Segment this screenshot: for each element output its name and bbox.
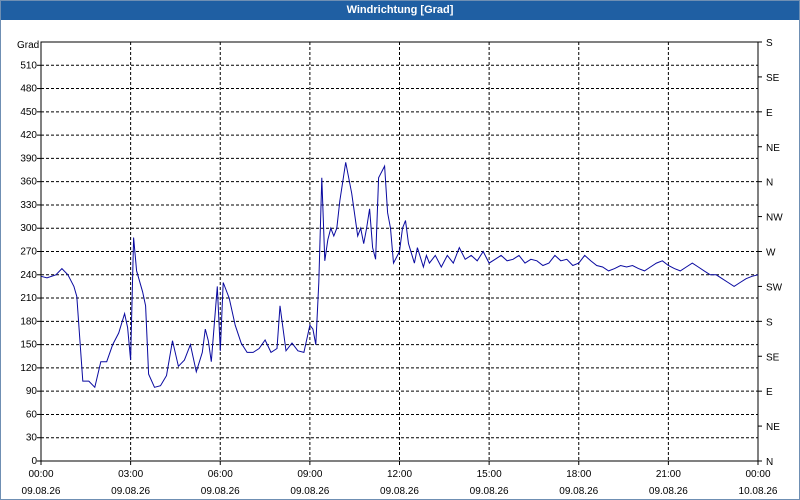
y-tick-label: 210 (20, 293, 37, 304)
y-tick-label: 270 (20, 247, 37, 258)
x-tick-time: 21:00 (656, 469, 681, 480)
y-tick-label: 150 (20, 340, 37, 351)
x-axis: 00:00 09.08.26 03:00 09.08.26 06:00 09.08.26 0… (22, 461, 778, 497)
x-tick-date: 10.08.26 (739, 486, 778, 497)
y-tick-label: 0 (31, 456, 37, 467)
x-tick-date: 09.08.26 (22, 486, 61, 497)
x-tick-date: 09.08.26 (559, 486, 598, 497)
window-title: Windrichtung [Grad] (1, 1, 799, 20)
x-tick-time: 18:00 (566, 469, 591, 480)
x-tick-time: 03:00 (118, 469, 143, 480)
chart-window: Windrichtung [Grad] 0 30 60 90 120 150 180 210 2… (0, 0, 800, 500)
y-tick-label: 300 (20, 223, 37, 234)
x-tick-time: 00:00 (745, 469, 770, 480)
right-tick-label: SE (766, 352, 780, 363)
left-axis: 0 30 60 90 120 150 180 210 240 270 300 330 360 390 420… (20, 60, 41, 467)
y-tick-label: 120 (20, 363, 37, 374)
x-tick-time: 15:00 (477, 469, 502, 480)
y-tick-label: 360 (20, 177, 37, 188)
right-tick-label: SE (766, 73, 780, 84)
x-tick-date: 09.08.26 (649, 486, 688, 497)
y-tick-label: 240 (20, 270, 37, 281)
x-tick-date: 09.08.26 (201, 486, 240, 497)
x-tick-date: 09.08.26 (380, 486, 419, 497)
x-tick-time: 00:00 (28, 469, 53, 480)
x-tick-date: 09.08.26 (290, 486, 329, 497)
y-tick-label: 330 (20, 200, 37, 211)
right-tick-label: NE (766, 422, 780, 433)
x-tick-date: 09.08.26 (111, 486, 150, 497)
right-tick-label: W (766, 248, 776, 259)
y-tick-label: 90 (26, 386, 38, 397)
right-tick-label: NW (766, 213, 783, 224)
right-tick-label: NE (766, 143, 780, 154)
right-tick-label: N (766, 178, 773, 189)
right-tick-label: E (766, 108, 773, 119)
x-tick-time: 06:00 (208, 469, 233, 480)
y-tick-label: 510 (20, 60, 37, 71)
right-tick-label: E (766, 387, 773, 398)
y-tick-label: 30 (26, 433, 38, 444)
y-tick-label: 450 (20, 107, 37, 118)
right-tick-label: S (766, 317, 773, 328)
y-tick-label: 180 (20, 316, 37, 327)
x-tick-time: 12:00 (387, 469, 412, 480)
right-tick-label: S (766, 38, 773, 49)
right-tick-label: N (766, 457, 773, 468)
x-tick-date: 09.08.26 (470, 486, 509, 497)
x-tick-time: 09:00 (297, 469, 322, 480)
y-tick-label: 390 (20, 153, 37, 164)
wind-direction-chart: 0 30 60 90 120 150 180 210 240 270 300 330 360 390 420… (17, 38, 783, 497)
y-tick-label: 480 (20, 84, 37, 95)
y-tick-label: 420 (20, 130, 37, 141)
right-axis: N NE E SE S SW W NW N NE E SE S (758, 38, 783, 468)
y-tick-label: 60 (26, 409, 38, 420)
y-axis-label: Grad (17, 40, 39, 51)
right-tick-label: SW (766, 282, 783, 293)
